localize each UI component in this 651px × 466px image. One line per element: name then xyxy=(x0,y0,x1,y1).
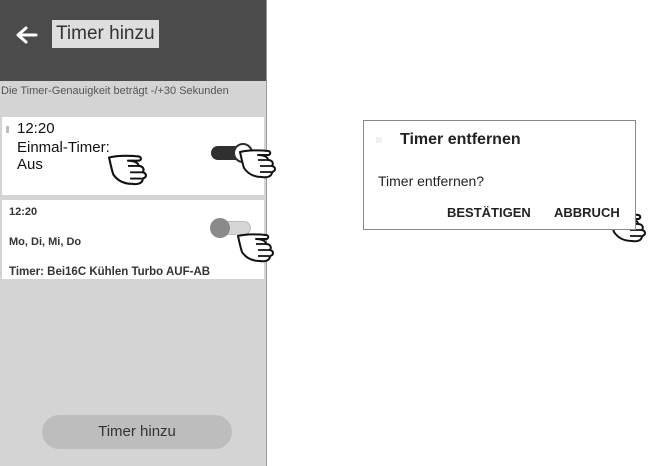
add-timer-button[interactable]: Timer hinzu xyxy=(42,415,232,449)
remove-timer-dialog: Timer entfernen Timer entfernen? BESTÄTI… xyxy=(363,120,636,230)
dialog-message: Timer entfernen? xyxy=(378,173,485,189)
timer-time: 12:20 xyxy=(9,206,38,218)
dialog-title: Timer entfernen xyxy=(400,131,521,148)
phone-screen: Timer hinzu Die Timer-Genauigkeit beträg… xyxy=(0,0,267,466)
timer-detail: Timer: Bei16C Kühlen Turbo AUF-AB xyxy=(9,266,211,278)
app-bar: Timer hinzu xyxy=(0,0,266,81)
confirm-button[interactable]: BESTÄTIGEN xyxy=(447,205,531,220)
list-marker xyxy=(6,126,9,133)
pointing-hand-icon xyxy=(237,233,274,263)
cancel-button[interactable]: ABBRUCH xyxy=(554,205,620,220)
page-title: Timer hinzu xyxy=(52,20,159,48)
timer-time: 12:20 xyxy=(17,120,55,137)
dialog-marker xyxy=(376,137,382,143)
pointing-hand-icon xyxy=(239,149,276,179)
accuracy-hint: Die Timer-Genauigkeit beträgt -/+30 Seku… xyxy=(1,85,229,97)
toggle-knob xyxy=(210,218,230,238)
timer-days: Mo, Di, Mi, Do xyxy=(9,236,82,248)
pointing-hand-icon xyxy=(107,154,147,186)
timer-description: Einmal-Timer: Aus xyxy=(17,139,110,173)
back-arrow-icon[interactable] xyxy=(14,24,38,46)
timer-item-2[interactable]: 12:20 Mo, Di, Mi, Do Timer: Bei16C Kühle… xyxy=(2,200,264,279)
